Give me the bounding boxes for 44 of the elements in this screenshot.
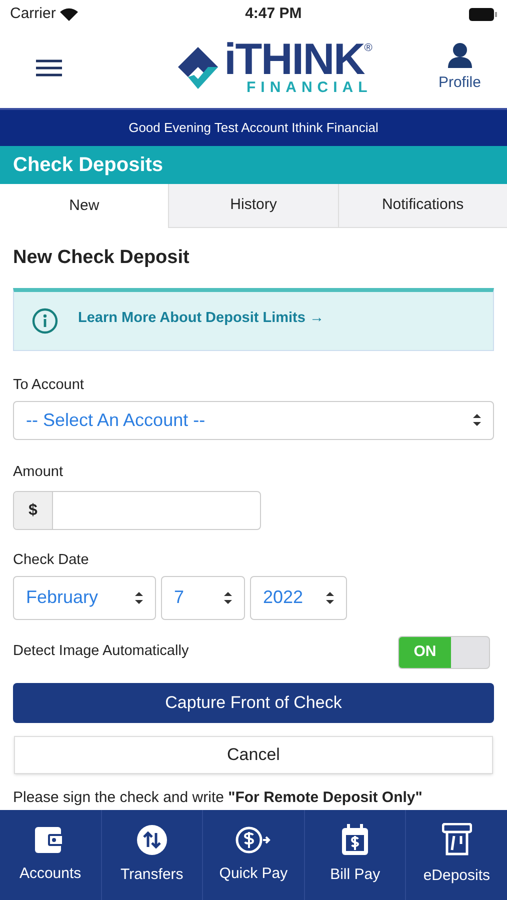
cancel-button[interactable]: Cancel xyxy=(14,736,493,774)
calendar-dollar-icon xyxy=(341,824,370,856)
tab[interactable]: History xyxy=(168,184,338,228)
currency-prefix: $ xyxy=(14,492,53,529)
dollar-circle-icon xyxy=(235,824,272,855)
amount-field[interactable]: $ xyxy=(13,491,261,530)
day-select[interactable]: 7 xyxy=(161,576,245,620)
month-select[interactable]: February xyxy=(13,576,156,620)
wifi-icon xyxy=(60,8,78,20)
clock: 4:47 PM xyxy=(245,4,302,24)
up-down-arrows-icon xyxy=(224,592,232,604)
menu-icon[interactable] xyxy=(36,59,62,77)
remote-deposit-note: Please sign the check and write "For Remote Deposit Only" xyxy=(13,788,424,808)
up-down-arrows-icon xyxy=(135,592,143,604)
detect-image-label: Detect Image Automatically xyxy=(13,642,189,662)
greeting-banner: Good Evening Test Account Ithink Financial xyxy=(0,108,507,146)
nav-tab[interactable]: Quick Pay xyxy=(202,810,304,900)
up-down-arrows-icon xyxy=(473,414,481,426)
nav-tab[interactable]: Transfers xyxy=(100,810,202,900)
form-heading: New Check Deposit xyxy=(13,246,190,270)
year-select[interactable]: 2022 xyxy=(250,576,347,620)
field-label: To Account xyxy=(13,376,85,396)
battery-icon xyxy=(468,8,497,20)
logo-mark-icon xyxy=(176,45,220,91)
logo-subtitle: FINANCIAL xyxy=(246,80,372,96)
nav-tab[interactable]: eDeposits xyxy=(405,810,507,900)
up-down-arrows-icon xyxy=(326,592,334,604)
logo-wordmark: iTHINK xyxy=(224,40,364,80)
account-select[interactable]: -- Select An Account -- xyxy=(13,400,494,440)
field-label: Check Date xyxy=(13,550,90,570)
transfer-arrows-icon xyxy=(136,824,168,856)
carrier-label: Carrier xyxy=(10,4,56,24)
nav-tab[interactable]: Bill Pay xyxy=(304,810,406,900)
deposit-limits-link[interactable]: Learn More About Deposit Limits → xyxy=(78,308,324,330)
registered-mark: ® xyxy=(364,41,372,54)
profile-button[interactable]: Profile xyxy=(438,42,481,94)
tab[interactable]: Notifications xyxy=(338,184,507,228)
nav-tab[interactable]: Accounts xyxy=(0,810,101,900)
atm-slot-icon xyxy=(442,822,472,857)
page-title: Check Deposits xyxy=(0,146,507,184)
info-icon xyxy=(32,308,58,334)
field-label: Amount xyxy=(13,462,64,482)
person-icon xyxy=(446,42,473,68)
capture-front-button[interactable]: Capture Front of Check xyxy=(13,682,494,723)
